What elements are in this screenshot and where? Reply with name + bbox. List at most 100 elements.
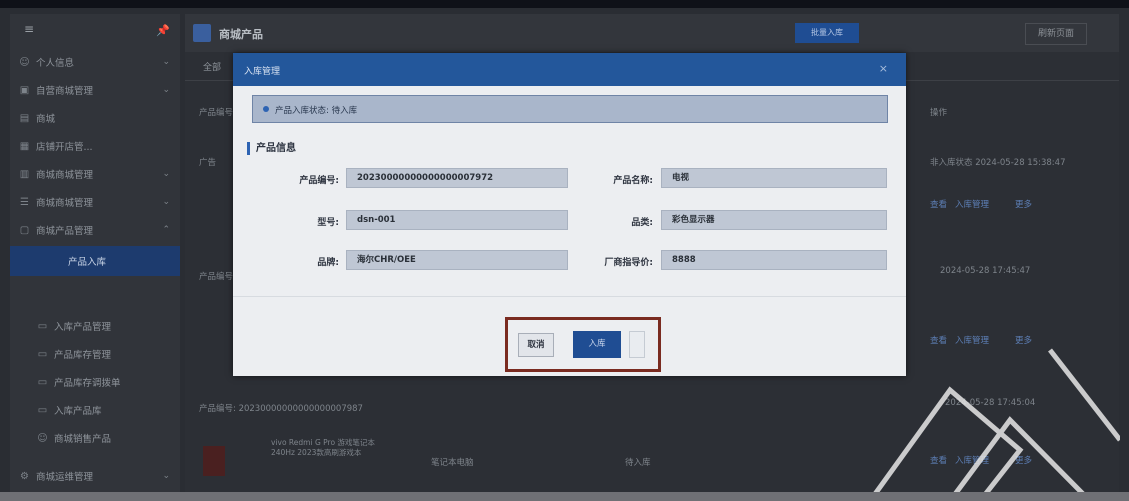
more-link[interactable]: 更多 [1015,198,1032,210]
inbound-mgmt-link[interactable]: 入库管理 [955,334,989,346]
sidebar-item-label: 店铺开店管... [36,142,93,153]
inbound-status-text: 产品入库状态: 待入库 [275,106,358,116]
field-label-brand: 品牌: [317,258,339,268]
cancel-button[interactable]: 取消 [518,333,554,357]
field-product-name[interactable]: 电视 [661,168,887,188]
doc-icon: ▭ [37,348,48,360]
sidebar-item-sales-products[interactable]: ☺ 商城销售产品 [10,424,180,452]
sidebar-item-product-mgmt[interactable]: ▢ 商城产品管理 ⌃ [10,216,180,244]
sidebar-item-product-inbound[interactable]: 产品入库 [10,246,180,276]
sidebar-item-ops-mgmt[interactable]: ⚙ 商城运维管理 ⌄ [10,462,180,490]
confirm-inbound-button[interactable]: 入库 [573,331,621,358]
mall-icon: ▤ [19,112,30,124]
field-brand[interactable]: 海尔CHR/OEE [346,250,568,270]
refresh-button[interactable]: 刷新页面 [1025,23,1087,45]
page-title: 商城产品 [219,28,263,41]
field-label-model: 型号: [317,218,339,228]
view-link[interactable]: 查看 [930,334,947,346]
sidebar-item-inbound-library[interactable]: ▭ 入库产品库 [10,396,180,424]
sidebar-item-shop-open[interactable]: ▦ 店铺开店管... [10,132,180,160]
view-link[interactable]: 查看 [930,198,947,210]
sidebar-item-label: 商城商城管理 [36,170,94,181]
row-status-time: 2024-05-28 17:45:04 [945,398,1036,408]
view-link[interactable]: 查看 [930,454,947,466]
bottom-band [0,492,1129,501]
product-icon [193,24,211,42]
sidebar-item-label: 产品库存调拨单 [54,378,121,389]
row-label: 产品编号 [199,272,234,282]
user-icon: ☺ [37,432,48,444]
doc-icon: ▭ [37,320,48,332]
inbound-status-banner: 产品入库状态: 待入库 [252,95,888,123]
field-label-product-name: 产品名称: [613,176,653,186]
sidebar-item-label: 个人信息 [36,58,75,69]
doc-icon: ▭ [37,376,48,388]
chevron-down-icon: ⌄ [162,85,170,95]
sidebar-item-mall-mgmt-2[interactable]: ☰ 商城商城管理 ⌄ [10,188,180,216]
sidebar: ≡ 📌 ☺ 个人信息 ⌄ ▣ 自营商城管理 ⌄ ▤ 商城 ▦ 店铺开店管... ▥ 商城商城管… [10,14,180,492]
pin-icon[interactable]: 📌 [156,24,170,37]
sidebar-item-label: 商城产品管理 [36,226,94,237]
inbound-mgmt-link[interactable]: 入库管理 [955,198,989,210]
dialog-title: 入库管理 [244,67,281,77]
doc-icon: ▭ [37,404,48,416]
more-link[interactable]: 更多 [1015,454,1032,466]
list-icon: ☰ [20,196,29,208]
more-link[interactable]: 更多 [1015,334,1032,346]
field-label-guide-price: 厂商指导价: [604,258,653,268]
sidebar-item-label: 入库产品管理 [54,322,112,333]
shop-icon: ▦ [19,140,30,152]
product-thumbnail [203,446,225,476]
status-dot-icon [263,106,269,112]
batch-inbound-button[interactable]: 批量入库 [795,23,859,43]
chevron-up-icon: ⌃ [162,225,170,235]
sidebar-item-mall-mgmt-1[interactable]: ▥ 商城商城管理 ⌄ [10,160,180,188]
chevron-down-icon: ⌄ [162,169,170,179]
sidebar-item-label: 商城销售产品 [54,434,112,445]
field-guide-price[interactable]: 8888 [661,250,887,270]
menu-icon[interactable]: ≡ [24,23,38,35]
sidebar-item-profile[interactable]: ☺ 个人信息 ⌄ [10,48,180,76]
field-label-category: 品类: [631,218,653,228]
extra-button[interactable] [629,331,645,358]
sidebar-item-store-mgmt[interactable]: ▣ 自营商城管理 ⌄ [10,76,180,104]
dialog-footer-divider [233,296,906,297]
row-label: 广告 [199,158,217,168]
row-status-time: 2024-05-28 17:45:47 [940,266,1031,276]
inbound-dialog: 入库管理 × 产品入库状态: 待入库 产品信息 产品编号: 2023000000… [233,53,906,376]
inbound-mgmt-link[interactable]: 入库管理 [955,454,989,466]
chevron-down-icon: ⌄ [162,57,170,67]
product-code: 产品编号: 20230000000000000007987 [199,404,363,414]
sidebar-item-mall[interactable]: ▤ 商城 [10,104,180,132]
settings-icon: ⚙ [20,470,29,482]
field-model[interactable]: dsn-001 [346,210,568,230]
field-label-product-code: 产品编号: [299,176,339,186]
sidebar-item-label: 商城运维管理 [36,472,94,483]
sidebar-item-inbound-products[interactable]: ▭ 入库产品管理 [10,312,180,340]
sidebar-item-label: 商城 [36,114,56,125]
sidebar-item-stock-transfer[interactable]: ▭ 产品库存调拨单 [10,368,180,396]
top-band [0,0,1129,8]
field-product-code[interactable]: 20230000000000000007972 [346,168,568,188]
row-status-time: 非入库状态 2024-05-28 15:38:47 [930,158,1066,168]
section-title-product-info: 产品信息 [247,142,296,155]
sidebar-item-label: 商城商城管理 [36,198,94,209]
product-name: vivo Redmi G Pro 游戏笔记本 240Hz 2023款高刷游戏本 [271,438,375,457]
tab-all[interactable]: 全部 [203,60,221,73]
sidebar-item-label: 产品入库 [68,257,107,268]
grid-icon: ▥ [19,168,30,180]
sidebar-item-label: 入库产品库 [54,406,102,417]
dialog-header: 入库管理 × [233,53,906,86]
column-header-actions: 操作 [930,108,948,118]
main-header: 商城产品 批量入库 刷新页面 [185,14,1119,52]
sidebar-item-stock-mgmt[interactable]: ▭ 产品库存管理 [10,340,180,368]
close-icon[interactable]: × [879,62,888,75]
field-category[interactable]: 彩色显示器 [661,210,887,230]
user-icon: ☺ [19,56,30,68]
row-label: 产品编号 [199,108,234,118]
chevron-down-icon: ⌄ [162,197,170,207]
chevron-down-icon: ⌄ [162,471,170,481]
product-status: 待入库 [625,458,651,468]
sidebar-item-label: 产品库存管理 [54,350,112,361]
store-icon: ▣ [19,84,30,96]
